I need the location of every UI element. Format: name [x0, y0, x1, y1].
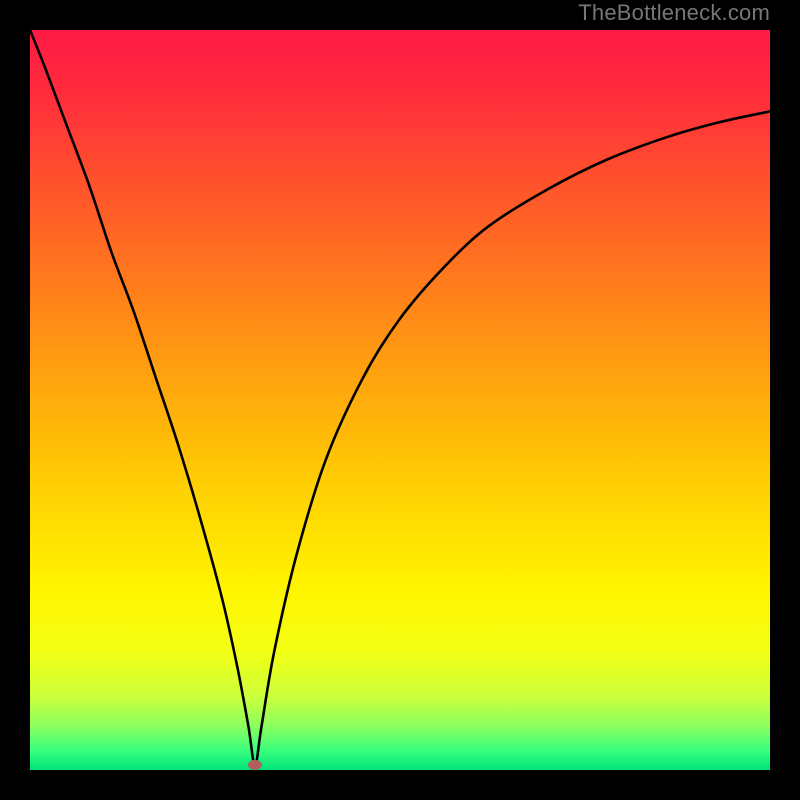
minimum-marker [248, 760, 262, 770]
plot-area [30, 30, 770, 770]
chart-svg [30, 30, 770, 770]
chart-frame: TheBottleneck.com [0, 0, 800, 800]
watermark-text: TheBottleneck.com [578, 0, 770, 26]
